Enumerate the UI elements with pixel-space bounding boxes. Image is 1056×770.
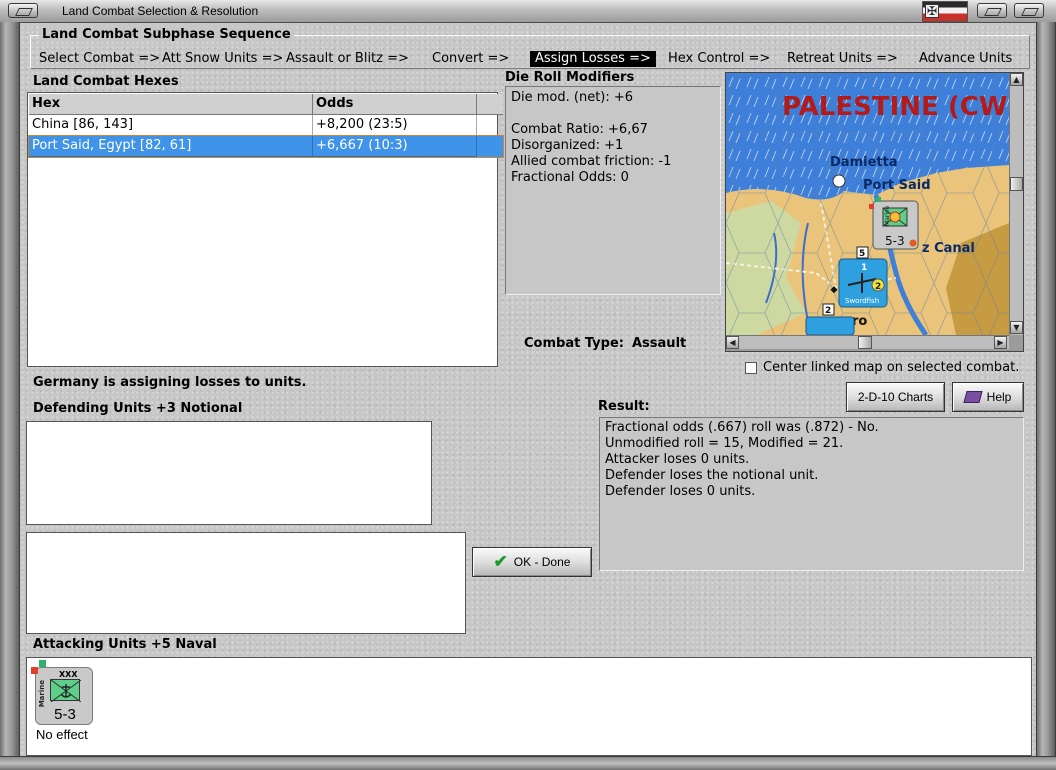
- center-linked-map-checkbox[interactable]: [745, 362, 757, 374]
- step-hex-control: Hex Control =>: [668, 51, 771, 66]
- modifier-line: Die mod. (net): +6: [511, 90, 634, 105]
- port-icon: [832, 174, 846, 188]
- hex-number-badge: 5: [856, 246, 869, 259]
- window-frame-left[interactable]: [0, 22, 20, 770]
- hex-cell: Port Said, Egypt [82, 61]: [29, 136, 313, 157]
- column-header-hex[interactable]: Hex: [29, 94, 313, 114]
- die-roll-modifiers-panel: Die mod. (net): +6 Combat Ratio: +6,67 D…: [505, 86, 721, 295]
- status-message: Germany is assigning losses to units.: [33, 375, 307, 390]
- linked-map[interactable]: PALESTINE (CW Damietta Port Said z Canal…: [725, 72, 1024, 352]
- defending-units-list[interactable]: [26, 421, 432, 525]
- map-viewport[interactable]: PALESTINE (CW Damietta Port Said z Canal…: [726, 73, 1009, 335]
- scroll-right-button[interactable]: ▶: [994, 336, 1007, 349]
- unit-counter-marine[interactable]: Marine XXX 5-3: [31, 660, 93, 725]
- map-unit-aircraft[interactable]: 2 1 Swordfish: [838, 258, 888, 308]
- table-header: Hex Odds: [29, 94, 503, 115]
- hex-cell: China [86, 143]: [29, 115, 313, 136]
- combat-type-label: Combat Type:: [524, 336, 624, 351]
- minimize-button[interactable]: [977, 3, 1007, 18]
- step-select-combat: Select Combat =>: [39, 51, 161, 66]
- subphase-sequence-title: Land Combat Subphase Sequence: [39, 27, 294, 42]
- scroll-down-button[interactable]: ▼: [1010, 321, 1023, 334]
- charts-button-label: 2-D-10 Charts: [857, 390, 934, 404]
- attacking-units-list[interactable]: Marine XXX 5-3 No effect: [26, 657, 1032, 756]
- step-convert: Convert =>: [432, 51, 510, 66]
- unit-outcome: No effect: [36, 727, 88, 742]
- result-line: Unmodified roll = 15, Modified = 21.: [605, 436, 844, 451]
- horizontal-scroll-thumb[interactable]: [858, 336, 872, 349]
- marine-unit-icon: [50, 679, 82, 703]
- svg-text:5: 5: [859, 249, 865, 259]
- help-button-label: Help: [986, 390, 1012, 404]
- step-assign-losses: Assign Losses =>: [530, 51, 656, 67]
- map-canvas[interactable]: PALESTINE (CW Damietta Port Said z Canal…: [726, 73, 1009, 335]
- ok-done-button[interactable]: ✔ OK - Done: [472, 547, 592, 577]
- die-roll-modifiers-title: Die Roll Modifiers: [505, 70, 635, 85]
- charts-button[interactable]: 2-D-10 Charts: [846, 382, 945, 412]
- map-unit-type: Marine: [884, 205, 891, 226]
- map-unit-strength: 5-3: [885, 234, 905, 248]
- unit-type-label: Marine: [38, 680, 46, 708]
- status-marker-red: [31, 667, 38, 674]
- checkmark-icon: ✔: [493, 552, 508, 571]
- vertical-scroll-thumb[interactable]: [1010, 177, 1023, 191]
- result-line: Defender loses 0 units.: [605, 484, 756, 499]
- step-assault-or-blitz: Assault or Blitz =>: [286, 51, 409, 66]
- attacking-units-title: Attacking Units +5 Naval: [33, 637, 217, 652]
- help-book-icon: [963, 391, 983, 403]
- svg-text:2: 2: [825, 306, 831, 316]
- modifier-line: Fractional Odds: 0: [511, 170, 629, 185]
- column-header-odds[interactable]: Odds: [313, 94, 477, 114]
- table-row[interactable]: China [86, 143] +8,200 (23:5): [29, 115, 503, 136]
- window-title: Land Combat Selection & Resolution: [62, 4, 259, 18]
- odds-cell: +6,667 (10:3): [313, 136, 477, 157]
- unit-strength: 5-3: [54, 706, 76, 723]
- window-frame-right[interactable]: [1036, 22, 1056, 770]
- step-advance-units: Advance Units: [919, 51, 1013, 66]
- result-line: Attacker loses 0 units.: [605, 452, 750, 467]
- close-button[interactable]: [1014, 3, 1044, 18]
- map-unit-partial[interactable]: [805, 316, 855, 335]
- scroll-up-button[interactable]: ▲: [1010, 73, 1023, 86]
- iron-cross-icon: ✠: [925, 4, 939, 18]
- land-combat-hexes-title: Land Combat Hexes: [33, 74, 179, 89]
- modifier-line: [511, 106, 715, 122]
- scroll-left-button[interactable]: ◀: [726, 336, 739, 349]
- step-retreat-units: Retreat Units =>: [787, 51, 898, 66]
- map-region-label: PALESTINE (CW: [782, 92, 1007, 122]
- nation-flag-icon: ✠: [922, 1, 968, 22]
- aircraft-value: 1: [861, 263, 867, 273]
- system-menu-button[interactable]: [8, 3, 38, 18]
- map-horizontal-scrollbar[interactable]: ◀ ▶: [726, 335, 1009, 349]
- place-label-port-said: Port Said: [863, 178, 931, 193]
- result-line: Defender loses the notional unit.: [605, 468, 819, 483]
- place-label-damietta: Damietta: [830, 155, 898, 170]
- modifier-line: Allied combat friction: -1: [511, 154, 672, 169]
- result-title: Result:: [598, 399, 650, 414]
- land-combat-hexes-table[interactable]: Hex Odds China [86, 143] +8,200 (23:5) P…: [27, 92, 504, 367]
- aircraft-label: Swordfish: [845, 297, 879, 305]
- map-unit-marine[interactable]: 5-3 Marine: [869, 197, 919, 250]
- ok-done-button-label: OK - Done: [513, 555, 571, 569]
- hex-number-badge: 2: [822, 303, 835, 316]
- window-frame-bottom[interactable]: [0, 756, 1056, 770]
- title-bar: Land Combat Selection & Resolution ✠: [0, 0, 1056, 23]
- defending-units-title: Defending Units +3 Notional: [33, 401, 243, 416]
- modifier-line: Combat Ratio: +6,67: [511, 122, 648, 137]
- aircraft-value: 2: [875, 282, 881, 292]
- step-att-snow-units: Att Snow Units =>: [162, 51, 284, 66]
- notional-units-list[interactable]: [26, 532, 466, 634]
- unit-size-label: XXX: [59, 670, 78, 679]
- table-row-selected[interactable]: Port Said, Egypt [82, 61] +6,667 (10:3): [28, 135, 504, 158]
- map-vertical-scrollbar[interactable]: ▲ ▼: [1009, 73, 1023, 335]
- help-button[interactable]: Help: [952, 382, 1024, 412]
- place-label-suez-canal: z Canal: [922, 241, 975, 256]
- odds-cell: +8,200 (23:5): [313, 115, 477, 136]
- center-linked-map-label[interactable]: Center linked map on selected combat.: [763, 360, 1019, 375]
- modifier-line: Disorganized: +1: [511, 138, 624, 153]
- status-marker-green: [39, 660, 46, 667]
- combat-type-value: Assault: [632, 336, 687, 351]
- result-panel: Fractional odds (.667) roll was (.872) -…: [599, 417, 1024, 571]
- result-line: Fractional odds (.667) roll was (.872) -…: [605, 420, 879, 435]
